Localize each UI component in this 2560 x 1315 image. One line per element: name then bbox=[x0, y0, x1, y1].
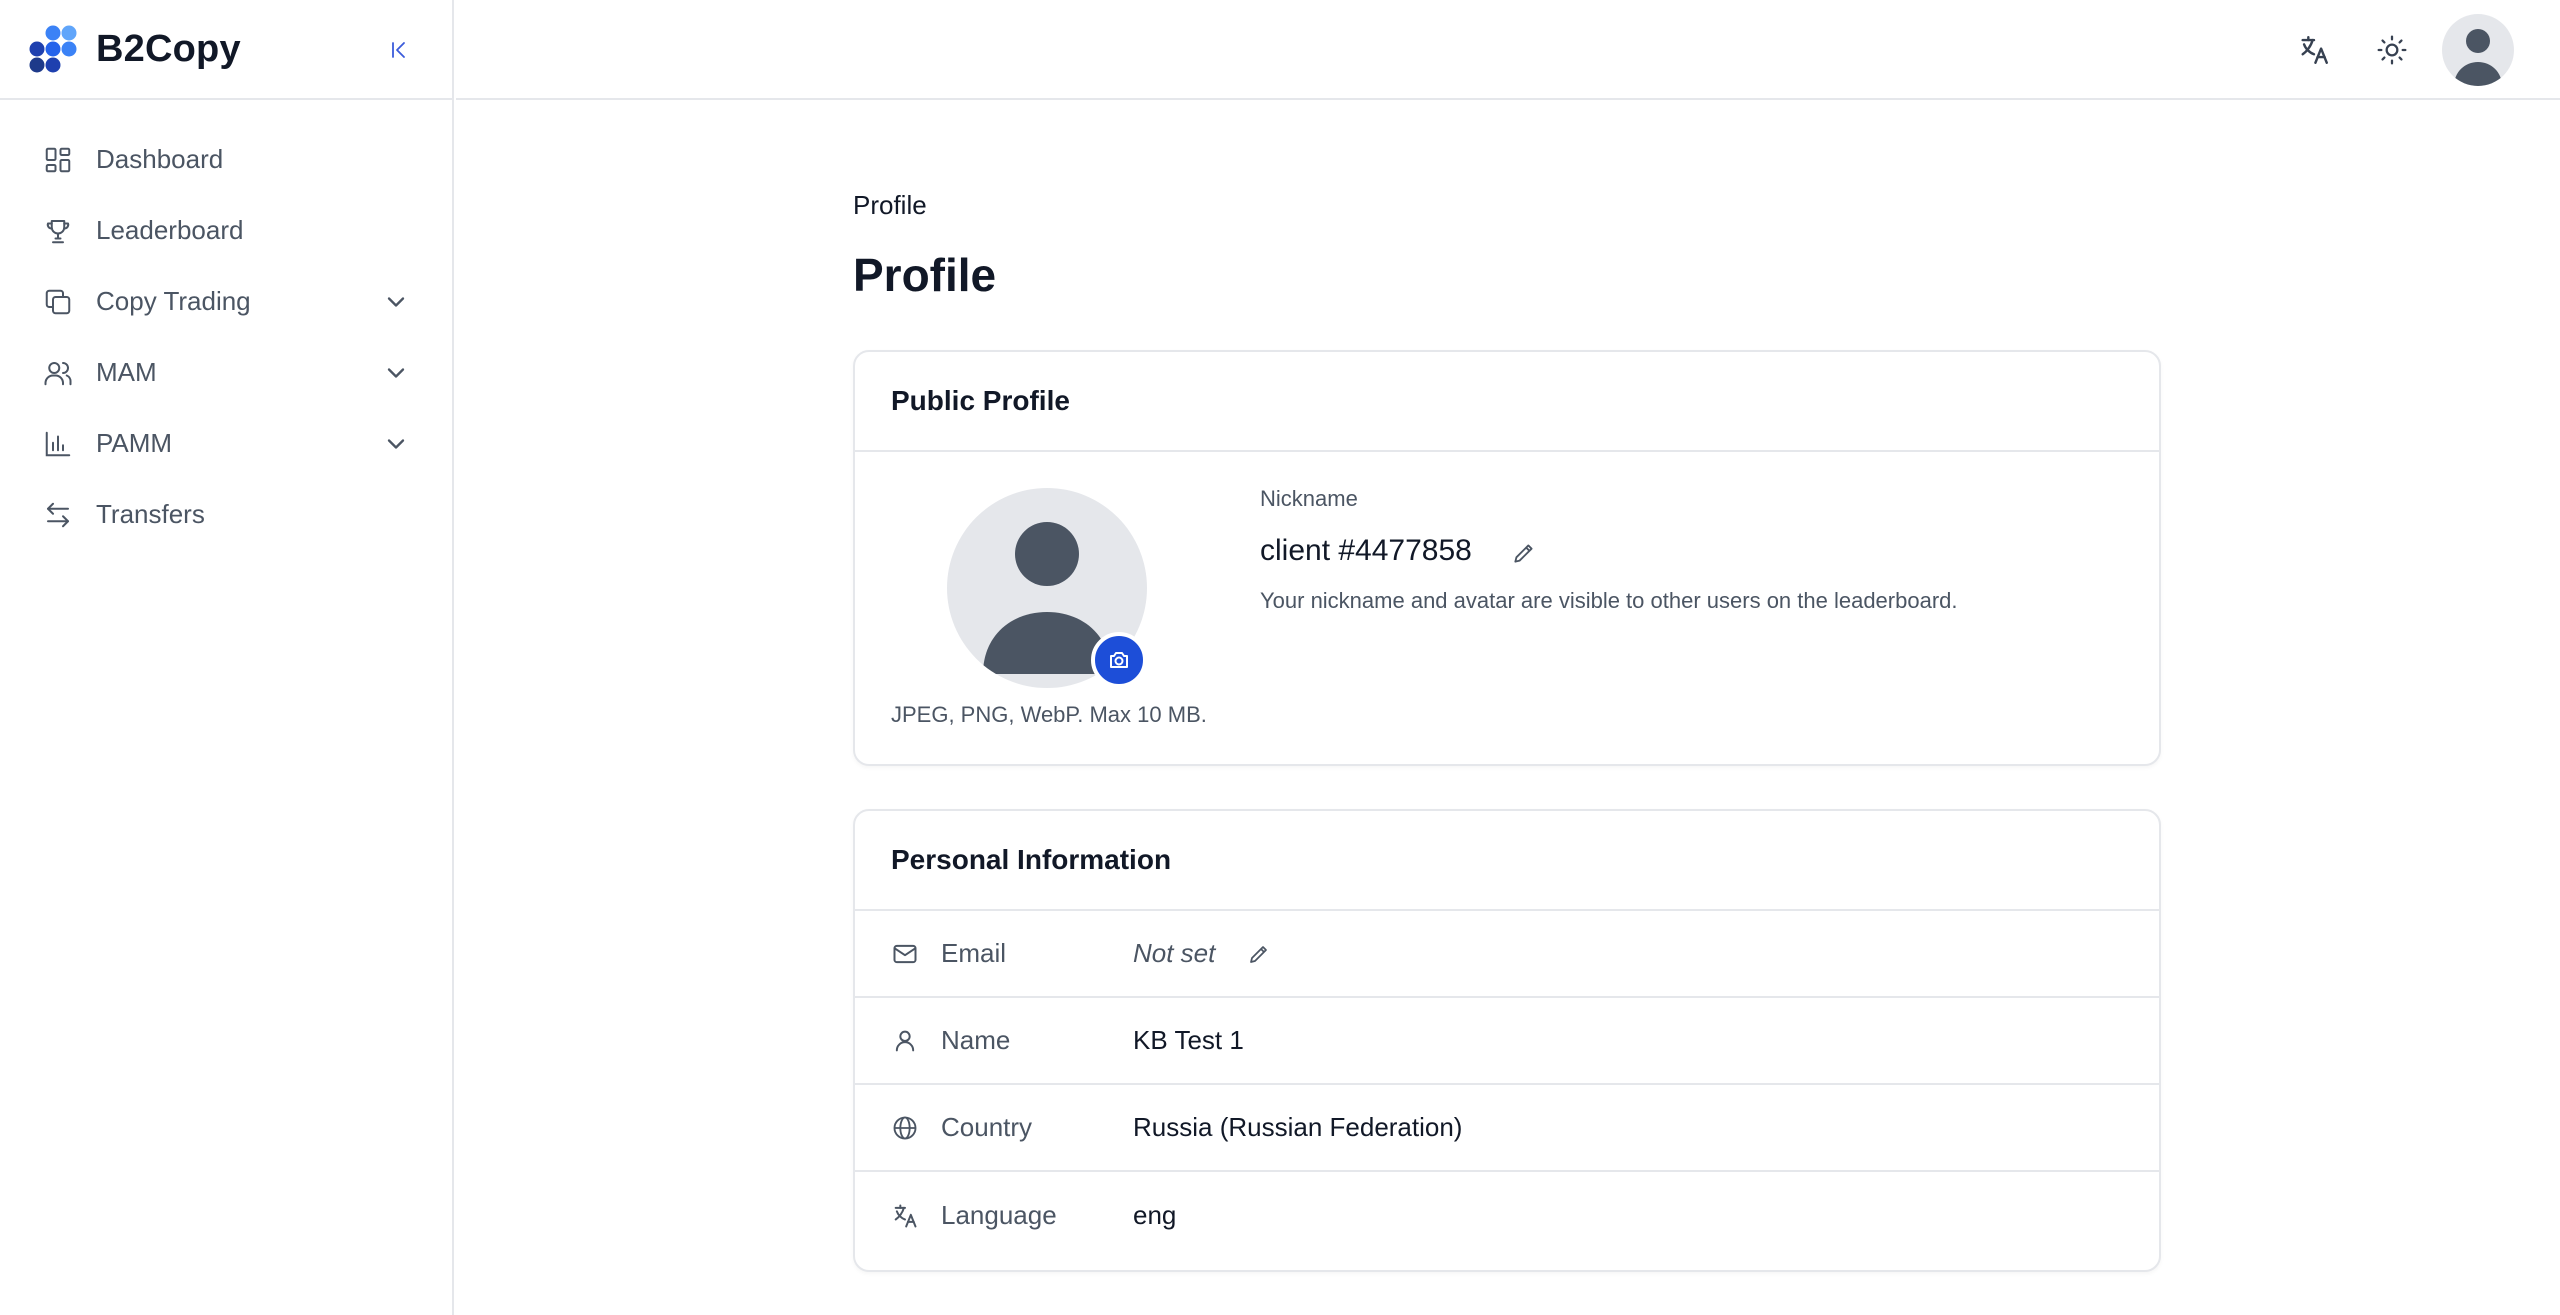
sidebar-item-dashboard[interactable]: Dashboard bbox=[0, 124, 452, 195]
translate-button[interactable] bbox=[2294, 30, 2334, 70]
sun-icon bbox=[2377, 35, 2407, 65]
translate-icon bbox=[889, 1200, 921, 1232]
dashboard-icon bbox=[42, 144, 74, 176]
theme-toggle-button[interactable] bbox=[2372, 30, 2412, 70]
avatar-hint: JPEG, PNG, WebP. Max 10 MB. bbox=[891, 702, 1207, 727]
sidebar-item-label: Copy Trading bbox=[96, 286, 251, 316]
breadcrumb: Profile bbox=[853, 190, 927, 220]
chevron-down-icon bbox=[387, 297, 405, 307]
nickname-label: Nickname bbox=[1260, 486, 1358, 511]
globe-icon bbox=[889, 1112, 921, 1144]
personal-information-card: Personal Information Email Not set Name … bbox=[853, 809, 2161, 1272]
profile-avatar bbox=[947, 488, 1147, 688]
sidebar-item-label: Transfers bbox=[96, 499, 205, 529]
sidebar-item-transfers[interactable]: Transfers bbox=[0, 479, 452, 550]
sidebar-item-leaderboard[interactable]: Leaderboard bbox=[0, 195, 452, 266]
sidebar-item-label: PAMM bbox=[96, 428, 173, 458]
user-avatar-icon bbox=[2454, 29, 2502, 86]
translate-icon bbox=[2301, 36, 2328, 64]
user-avatar-button[interactable] bbox=[2442, 14, 2514, 86]
country-value: Russia (Russian Federation) bbox=[1133, 1112, 1463, 1142]
info-label: Country bbox=[941, 1112, 1033, 1142]
name-value: KB Test 1 bbox=[1133, 1025, 1244, 1055]
sidebar-item-label: Dashboard bbox=[96, 144, 224, 174]
edit-email-button[interactable] bbox=[1243, 938, 1275, 970]
brand-name: B2Copy bbox=[96, 27, 241, 70]
info-row-country: Country Russia (Russian Federation) bbox=[855, 1085, 2159, 1172]
copy-icon bbox=[42, 286, 74, 318]
users-icon bbox=[42, 357, 74, 389]
card-title: Public Profile bbox=[855, 352, 2159, 452]
bar-chart-icon bbox=[42, 428, 74, 460]
sidebar-item-copy-trading[interactable]: Copy Trading bbox=[0, 266, 452, 337]
transfer-arrows-icon bbox=[42, 499, 74, 531]
pencil-icon bbox=[1514, 544, 1533, 563]
info-label: Name bbox=[941, 1025, 1011, 1055]
collapse-left-icon bbox=[392, 42, 405, 58]
user-icon bbox=[889, 1025, 921, 1057]
topbar bbox=[456, 0, 2560, 100]
mail-icon bbox=[889, 938, 921, 970]
sidebar: B2Copy Dashboard Leaderboard Copy Tradin… bbox=[0, 0, 454, 1315]
sidebar-item-mam[interactable]: MAM bbox=[0, 337, 452, 408]
app-root: B2Copy Dashboard Leaderboard Copy Tradin… bbox=[0, 0, 2560, 1315]
info-row-language: Language eng bbox=[855, 1172, 2159, 1259]
sidebar-nav: Dashboard Leaderboard Copy Trading MAM P… bbox=[0, 100, 452, 550]
email-value: Not set bbox=[1133, 938, 1216, 968]
info-row-email: Email Not set bbox=[855, 911, 2159, 998]
edit-nickname-button[interactable] bbox=[1507, 536, 1541, 570]
nickname-value: client #4477858 bbox=[1260, 534, 1472, 567]
page-title: Profile bbox=[853, 249, 997, 301]
sidebar-item-label: MAM bbox=[96, 357, 157, 387]
sidebar-item-label: Leaderboard bbox=[96, 215, 244, 245]
sidebar-item-pamm[interactable]: PAMM bbox=[0, 408, 452, 479]
pencil-icon bbox=[1250, 945, 1267, 963]
chevron-down-icon bbox=[387, 439, 405, 449]
nickname-description: Your nickname and avatar are visible to … bbox=[1260, 588, 1958, 613]
brand-logo bbox=[29, 25, 77, 73]
chevron-down-icon bbox=[387, 368, 405, 378]
upload-avatar-button[interactable] bbox=[1091, 632, 1147, 688]
info-label: Email bbox=[941, 938, 1007, 968]
public-profile-card: Public Profile JPEG, PNG, WebP. Max 10 M… bbox=[853, 350, 2161, 766]
camera-icon bbox=[1110, 652, 1128, 668]
info-label: Language bbox=[941, 1200, 1057, 1230]
collapse-sidebar-button[interactable] bbox=[382, 32, 418, 68]
card-title: Personal Information bbox=[855, 811, 2159, 911]
info-row-name: Name KB Test 1 bbox=[855, 998, 2159, 1085]
language-value: eng bbox=[1133, 1200, 1177, 1230]
sidebar-header: B2Copy bbox=[0, 0, 452, 100]
trophy-icon bbox=[42, 215, 74, 247]
